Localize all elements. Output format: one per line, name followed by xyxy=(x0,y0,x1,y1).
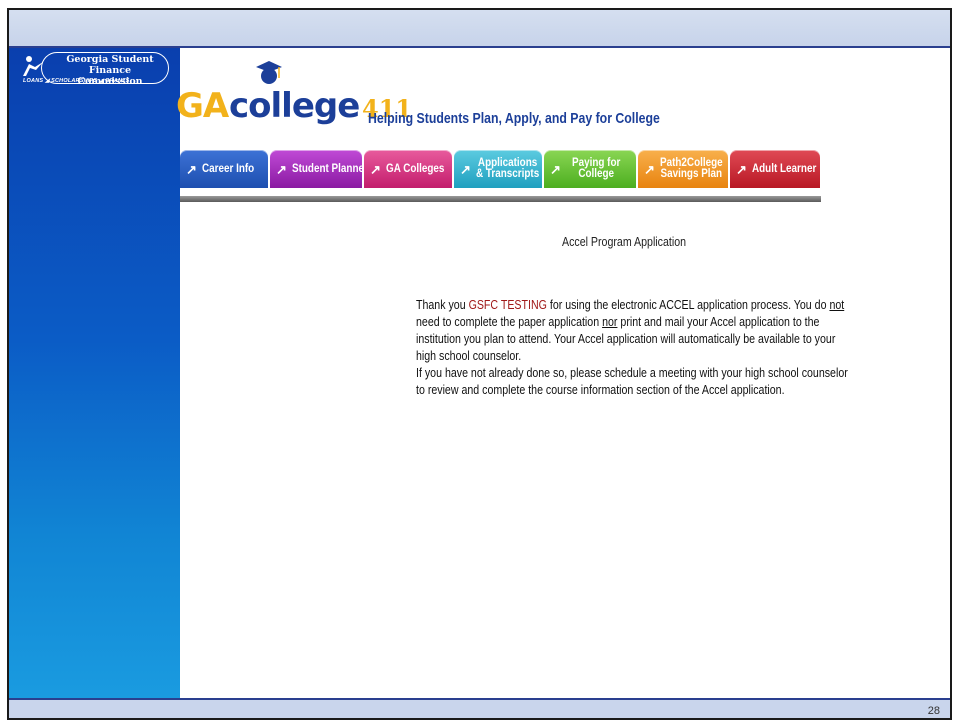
sidebar xyxy=(9,48,180,698)
tab-adult-learner[interactable]: ↗ Adult Learner xyxy=(730,150,820,188)
site-tagline: Helping Students Plan, Apply, and Pay fo… xyxy=(368,110,660,127)
page-title: Accel Program Application xyxy=(562,235,687,249)
tab-ga-colleges[interactable]: ↗ GA Colleges xyxy=(364,150,452,188)
logo-tagline: LOANS ◢ SCHOLARSHIPS ◢ GRANTS xyxy=(23,78,130,84)
tab-career-info[interactable]: ↗ Career Info xyxy=(180,150,268,188)
tab-applications-transcripts[interactable]: ↗ Applications & Transcripts xyxy=(454,150,542,188)
gsfc-logo[interactable]: Georgia Student Finance Commission LOANS … xyxy=(19,50,169,87)
arrow-icon: ↗ xyxy=(370,161,381,177)
arrow-icon: ↗ xyxy=(644,161,655,177)
brand-ga: GA xyxy=(176,86,229,126)
instructions-paragraph: If you have not already done so, please … xyxy=(416,366,848,397)
brand-college: college xyxy=(229,86,360,126)
bottom-bar: 28 xyxy=(9,698,950,718)
graduation-cap-icon xyxy=(256,61,282,84)
slide-number: 28 xyxy=(927,705,940,717)
arrow-icon: ↗ xyxy=(460,161,471,177)
arrow-icon: ↗ xyxy=(276,161,287,177)
arrow-icon: ↗ xyxy=(186,161,197,177)
tab-path2college[interactable]: ↗ Path2College Savings Plan xyxy=(638,150,728,188)
tab-paying-for-college[interactable]: ↗ Paying for College xyxy=(544,150,636,188)
top-bar xyxy=(9,10,950,48)
user-name: GSFC TESTING xyxy=(468,298,547,312)
arrow-icon: ↗ xyxy=(736,161,747,177)
tab-student-planner[interactable]: ↗ Student Planner xyxy=(270,150,368,188)
arrow-icon: ↗ xyxy=(550,161,561,177)
confirmation-message: Thank you GSFC TESTING for using the ele… xyxy=(416,298,848,397)
tab-underline xyxy=(180,196,821,202)
